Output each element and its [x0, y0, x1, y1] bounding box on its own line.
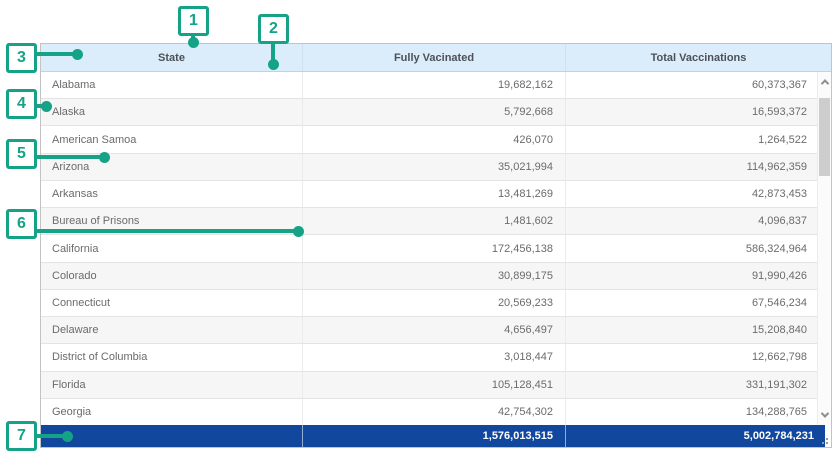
- cell-state: Connecticut: [41, 290, 303, 316]
- table-row[interactable]: Georgia 42,754,302 134,288,765: [41, 399, 831, 425]
- cell-total-vaccinations: 114,962,359: [566, 154, 831, 180]
- table-body: Alabama 19,682,162 60,373,367 Alaska 5,7…: [41, 72, 831, 425]
- cell-fully-vaccinated: 426,070: [303, 126, 566, 152]
- cell-total-vaccinations: 331,191,302: [566, 372, 831, 398]
- cell-state: Alabama: [41, 72, 303, 98]
- table-row[interactable]: Connecticut 20,569,233 67,546,234: [41, 290, 831, 317]
- cell-fully-vaccinated: 19,682,162: [303, 72, 566, 98]
- table-row[interactable]: Arkansas 13,481,269 42,873,453: [41, 181, 831, 208]
- callout-2: 2: [258, 14, 289, 44]
- cell-total-vaccinations: 15,208,840: [566, 317, 831, 343]
- table-row[interactable]: Arizona 35,021,994 114,962,359: [41, 154, 831, 181]
- cell-state: Delaware: [41, 317, 303, 343]
- cell-fully-vaccinated: 4,656,497: [303, 317, 566, 343]
- cell-total-vaccinations: 91,990,426: [566, 263, 831, 289]
- cell-state: District of Columbia: [41, 344, 303, 370]
- cell-fully-vaccinated: 20,569,233: [303, 290, 566, 316]
- cell-fully-vaccinated: 105,128,451: [303, 372, 566, 398]
- cell-fully-vaccinated: 3,018,447: [303, 344, 566, 370]
- callout-6-anchor-dot: [293, 226, 304, 237]
- cell-total-vaccinations: 134,288,765: [566, 399, 831, 425]
- table-row[interactable]: Alaska 5,792,668 16,593,372: [41, 99, 831, 126]
- scroll-up-button[interactable]: [818, 74, 831, 90]
- annotated-table-figure: State Fully Vacinated Total Vaccinations…: [0, 0, 833, 453]
- cell-total-vaccinations: 16,593,372: [566, 99, 831, 125]
- cell-fully-vaccinated: 13,481,269: [303, 181, 566, 207]
- scroll-down-button[interactable]: [818, 407, 831, 423]
- cell-state: Colorado: [41, 263, 303, 289]
- chevron-up-icon: [820, 79, 828, 87]
- callout-3-anchor-dot: [72, 49, 83, 60]
- cell-fully-vaccinated: 5,792,668: [303, 99, 566, 125]
- table-header-row: State Fully Vacinated Total Vaccinations: [41, 44, 831, 72]
- callout-7-anchor-dot: [62, 431, 73, 442]
- cell-total-vaccinations: 4,096,837: [566, 208, 831, 234]
- vaccination-table: State Fully Vacinated Total Vaccinations…: [40, 43, 832, 448]
- column-header-total-vaccinations[interactable]: Total Vaccinations: [566, 44, 831, 71]
- cell-total-vaccinations: 12,662,798: [566, 344, 831, 370]
- callout-2-anchor-dot: [268, 59, 279, 70]
- table-row[interactable]: California 172,456,138 586,324,964: [41, 235, 831, 262]
- table-row[interactable]: Colorado 30,899,175 91,990,426: [41, 263, 831, 290]
- cell-total-vaccinations: 67,546,234: [566, 290, 831, 316]
- callout-5-anchor-dot: [99, 152, 110, 163]
- callout-3: 3: [6, 43, 37, 73]
- callout-3-leader-line: [37, 52, 77, 56]
- cell-state: California: [41, 235, 303, 261]
- table-row[interactable]: American Samoa 426,070 1,264,522: [41, 126, 831, 153]
- callout-7: 7: [6, 421, 37, 451]
- callout-5: 5: [6, 139, 37, 169]
- scrollbar-thumb[interactable]: [819, 98, 830, 176]
- cell-total-vaccinations: 42,873,453: [566, 181, 831, 207]
- table-row[interactable]: Delaware 4,656,497 15,208,840: [41, 317, 831, 344]
- cell-state: Georgia: [41, 399, 303, 425]
- cell-state: American Samoa: [41, 126, 303, 152]
- table-row[interactable]: Florida 105,128,451 331,191,302: [41, 372, 831, 399]
- summary-row: 1,576,013,515 5,002,784,231: [41, 425, 825, 447]
- callout-4: 4: [6, 89, 37, 119]
- callout-1-anchor-dot: [188, 37, 199, 48]
- cell-total-vaccinations: 586,324,964: [566, 235, 831, 261]
- vertical-scrollbar[interactable]: [817, 72, 831, 425]
- cell-total-vaccinations: 60,373,367: [566, 72, 831, 98]
- cell-state: Florida: [41, 372, 303, 398]
- cell-state: Arkansas: [41, 181, 303, 207]
- chevron-down-icon: [820, 409, 828, 417]
- summary-cell-fully-vaccinated: 1,576,013,515: [303, 425, 566, 447]
- callout-5-leader-line: [37, 155, 104, 159]
- column-header-fully-vaccinated[interactable]: Fully Vacinated: [303, 44, 566, 71]
- summary-cell-total-vaccinations: 5,002,784,231: [566, 425, 825, 447]
- cell-fully-vaccinated: 30,899,175: [303, 263, 566, 289]
- callout-6: 6: [6, 209, 37, 239]
- callout-1: 1: [178, 6, 209, 36]
- cell-fully-vaccinated: 1,481,602: [303, 208, 566, 234]
- summary-cell-state: [41, 425, 303, 447]
- cell-fully-vaccinated: 35,021,994: [303, 154, 566, 180]
- callout-6-leader-line: [37, 229, 297, 233]
- callout-4-anchor-dot: [41, 101, 52, 112]
- cell-fully-vaccinated: 172,456,138: [303, 235, 566, 261]
- cell-total-vaccinations: 1,264,522: [566, 126, 831, 152]
- resize-grip-icon[interactable]: [822, 438, 829, 445]
- table-row[interactable]: Alabama 19,682,162 60,373,367: [41, 72, 831, 99]
- cell-state: Alaska: [41, 99, 303, 125]
- cell-fully-vaccinated: 42,754,302: [303, 399, 566, 425]
- table-row[interactable]: District of Columbia 3,018,447 12,662,79…: [41, 344, 831, 371]
